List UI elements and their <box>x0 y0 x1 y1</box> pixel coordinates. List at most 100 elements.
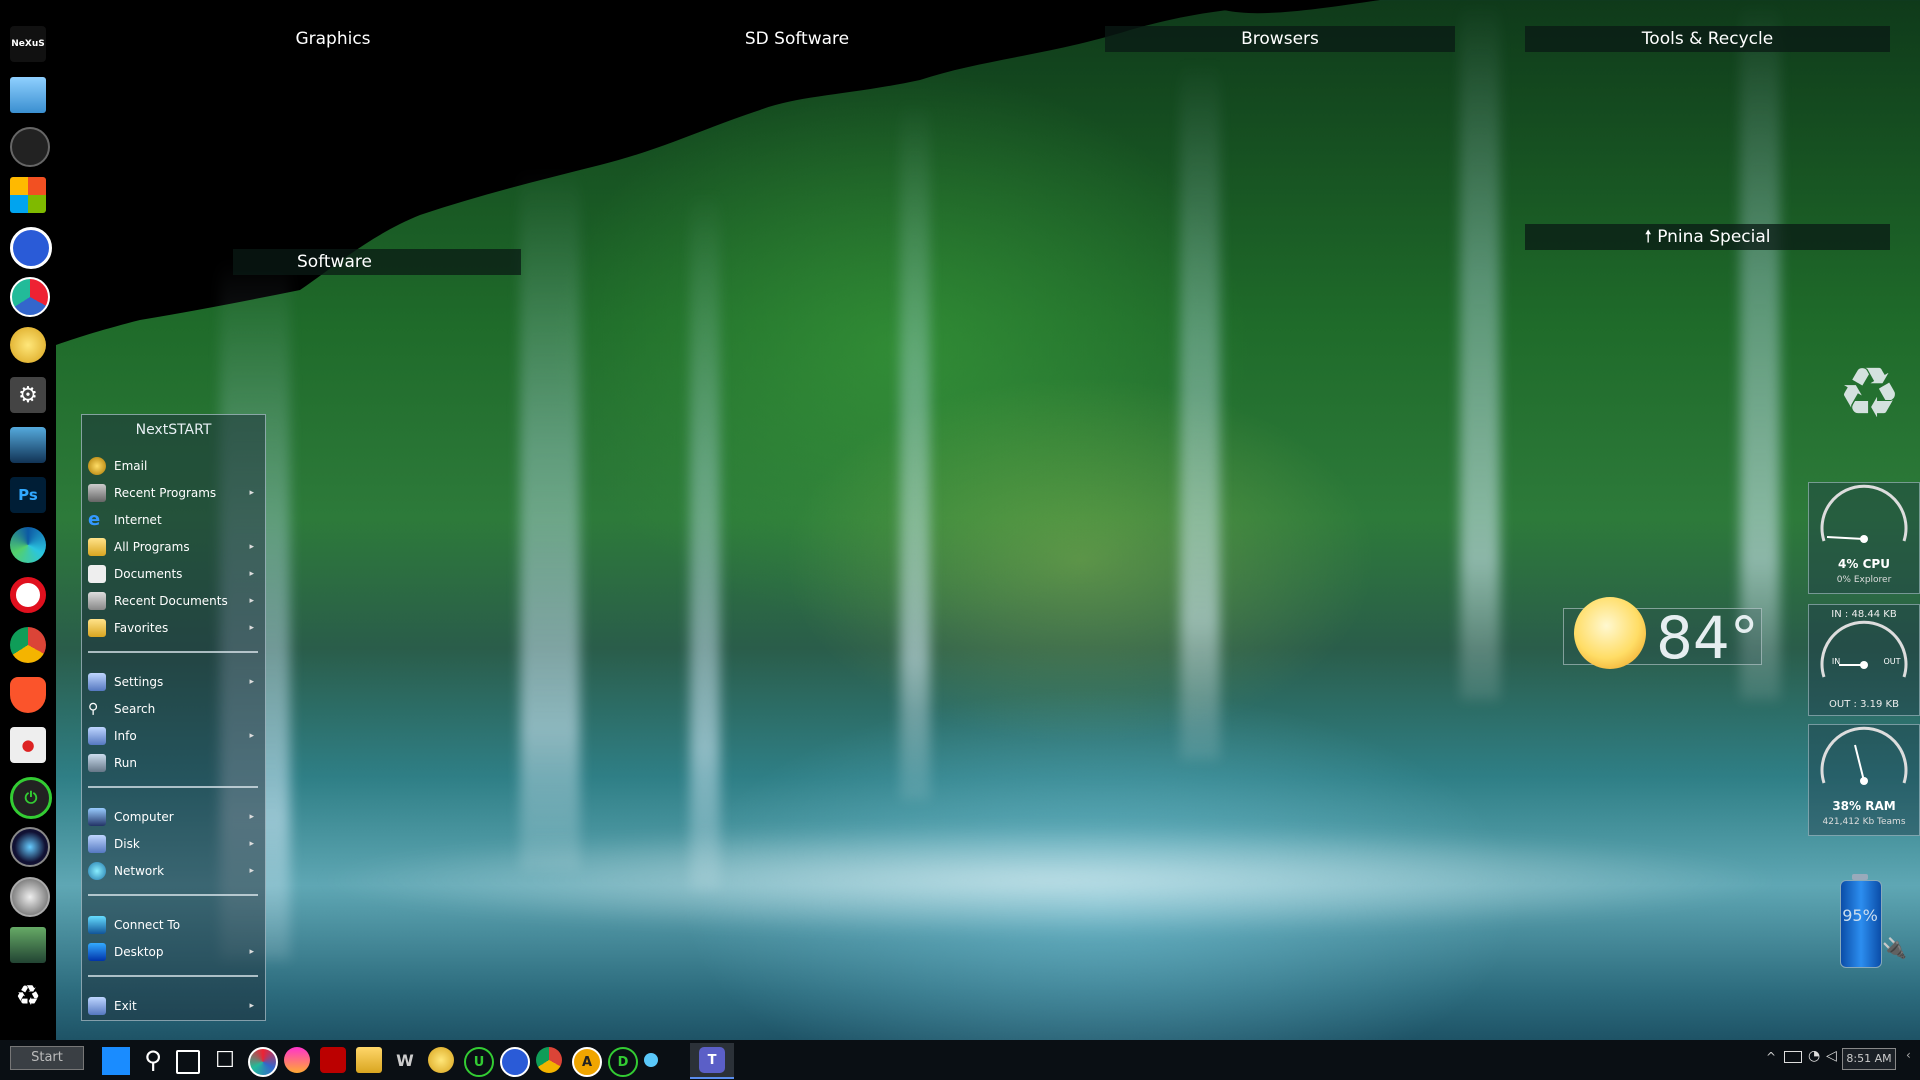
menu-item-all-programs[interactable]: All Programs ▸ <box>88 536 258 558</box>
fence-software[interactable]: Software <box>233 249 521 275</box>
small-bubble-icon[interactable] <box>644 1053 658 1067</box>
menu-item-label: All Programs <box>114 540 190 554</box>
menu-item-label: Exit <box>114 999 137 1013</box>
menu-item-internet[interactable]: e Internet <box>88 509 258 531</box>
menu-separator <box>88 786 258 788</box>
nexus-logo-icon[interactable]: NeXuS <box>10 26 46 62</box>
menu-item-recent-programs[interactable]: Recent Programs ▸ <box>88 482 258 504</box>
landscape-icon[interactable] <box>10 927 46 963</box>
run-icon <box>88 754 106 772</box>
cpu-process: 0% Explorer <box>1836 575 1892 585</box>
menu-item-info[interactable]: Info ▸ <box>88 725 258 747</box>
menu-item-label: Desktop <box>114 945 164 959</box>
winaero-icon[interactable]: W <box>392 1047 418 1073</box>
weather-widget[interactable]: 84° <box>1563 597 1762 669</box>
photo-app-icon[interactable] <box>284 1047 310 1073</box>
submenu-arrow-icon: ▸ <box>249 812 254 822</box>
windows-start-icon[interactable] <box>102 1047 130 1075</box>
connect-icon <box>88 916 106 934</box>
menu-item-documents[interactable]: Documents ▸ <box>88 563 258 585</box>
nextstart-menu: NextSTART Email Recent Programs ▸ e Inte… <box>81 414 266 1021</box>
menu-item-desktop[interactable]: Desktop ▸ <box>88 941 258 963</box>
file-explorer-icon[interactable] <box>356 1047 382 1073</box>
avast-a-icon[interactable]: A <box>572 1047 602 1077</box>
info-icon <box>88 727 106 745</box>
menu-item-recent-documents[interactable]: Recent Documents ▸ <box>88 590 258 612</box>
ie-icon: e <box>88 509 101 530</box>
light-ray <box>1460 0 1500 700</box>
menu-item-search[interactable]: ⚲ Search <box>88 698 258 720</box>
recycle-bin-icon[interactable]: ♻ <box>10 977 46 1013</box>
menu-item-disk[interactable]: Disk ▸ <box>88 833 258 855</box>
task-view-icon[interactable] <box>176 1050 200 1074</box>
brave-icon[interactable] <box>10 677 46 713</box>
cpu-gauge: 4% CPU 0% Explorer <box>1808 482 1920 594</box>
menu-item-label: Internet <box>114 513 162 527</box>
menu-item-run[interactable]: Run <box>88 752 258 774</box>
recent-documents-icon <box>88 592 106 610</box>
tray-chevron-icon[interactable]: ^ <box>1766 1050 1776 1064</box>
fence-tools-recycle[interactable]: Tools & Recycle <box>1525 26 1890 52</box>
arrow-up-icon: 🠕 <box>1644 227 1652 247</box>
menu-item-settings[interactable]: Settings ▸ <box>88 671 258 693</box>
show-desktop-icon[interactable]: ‹ <box>1906 1048 1911 1062</box>
weather-sun-icon[interactable] <box>10 327 46 363</box>
menu-item-exit[interactable]: Exit ▸ <box>88 995 258 1017</box>
cpu-value: 4% CPU <box>1838 557 1890 571</box>
teams-taskbar-button[interactable]: T <box>690 1043 734 1079</box>
search-icon: ⚲ <box>88 701 99 717</box>
network-out: OUT : 3.19 KB <box>1829 699 1899 710</box>
fence-sd-software[interactable]: SD Software <box>697 26 897 52</box>
search-icon[interactable]: ⚲ <box>140 1046 166 1074</box>
exit-icon <box>88 997 106 1015</box>
ram-process: 421,412 Kb Teams <box>1822 817 1906 827</box>
edge-icon[interactable] <box>10 527 46 563</box>
submenu-arrow-icon: ▸ <box>249 839 254 849</box>
weather-sun-icon[interactable] <box>428 1047 454 1073</box>
menu-item-email[interactable]: Email <box>88 455 258 477</box>
mail-icon[interactable]: ● <box>10 727 46 763</box>
creative-cloud-icon[interactable] <box>10 277 50 317</box>
camera-lens-icon[interactable] <box>10 827 50 867</box>
submenu-arrow-icon: ▸ <box>249 488 254 498</box>
clock[interactable]: 8:51 AM <box>1842 1048 1896 1070</box>
fence-pnina-special[interactable]: 🠕 Pnina Special <box>1525 224 1890 250</box>
menu-item-label: Favorites <box>114 621 169 635</box>
cyberlink-icon[interactable] <box>10 227 52 269</box>
battery-tray-icon[interactable] <box>1784 1051 1802 1063</box>
creative-cloud-icon[interactable] <box>248 1047 278 1077</box>
gear-icon[interactable]: ⚙ <box>10 377 46 413</box>
wifi-icon[interactable]: ◔ <box>1808 1048 1820 1064</box>
pdf-app-icon[interactable] <box>320 1047 346 1073</box>
menu-item-network[interactable]: Network ▸ <box>88 860 258 882</box>
menu-title: NextSTART <box>135 422 212 438</box>
chrome-icon[interactable] <box>536 1047 562 1073</box>
power-icon[interactable]: ⏻ <box>10 777 52 819</box>
layers-icon[interactable] <box>10 427 46 463</box>
speaker-icon[interactable]: ◁ <box>1826 1048 1837 1064</box>
settings-icon <box>88 673 106 691</box>
battery-widget[interactable]: 95% 🔌 <box>1838 874 1907 968</box>
utility-u-icon[interactable]: U <box>464 1047 494 1077</box>
control-panel-icon[interactable] <box>10 77 46 113</box>
opera-icon[interactable] <box>10 577 46 613</box>
fence-graphics[interactable]: Graphics <box>233 26 433 52</box>
menu-item-favorites[interactable]: Favorites ▸ <box>88 617 258 639</box>
utility-d-icon[interactable]: D <box>608 1047 638 1077</box>
recycle-bin-icon[interactable]: ♻ <box>1838 358 1901 428</box>
photoshop-icon[interactable]: Ps <box>10 477 46 513</box>
chat-icon[interactable]: ☐ <box>212 1047 238 1073</box>
teams-icon: T <box>699 1047 725 1073</box>
clock-icon[interactable] <box>10 127 50 167</box>
disc-icon[interactable] <box>10 877 50 917</box>
menu-item-connect-to[interactable]: Connect To <box>88 914 258 936</box>
start-button[interactable]: Start <box>10 1046 84 1070</box>
menu-item-label: Computer <box>114 810 174 824</box>
chrome-icon[interactable] <box>10 627 46 663</box>
fence-browsers[interactable]: Browsers <box>1105 26 1455 52</box>
desktop-icon <box>88 943 106 961</box>
menu-item-label: Email <box>114 459 148 473</box>
windows-logo-icon[interactable] <box>10 177 46 213</box>
cyberlink-icon[interactable] <box>500 1047 530 1077</box>
menu-item-computer[interactable]: Computer ▸ <box>88 806 258 828</box>
